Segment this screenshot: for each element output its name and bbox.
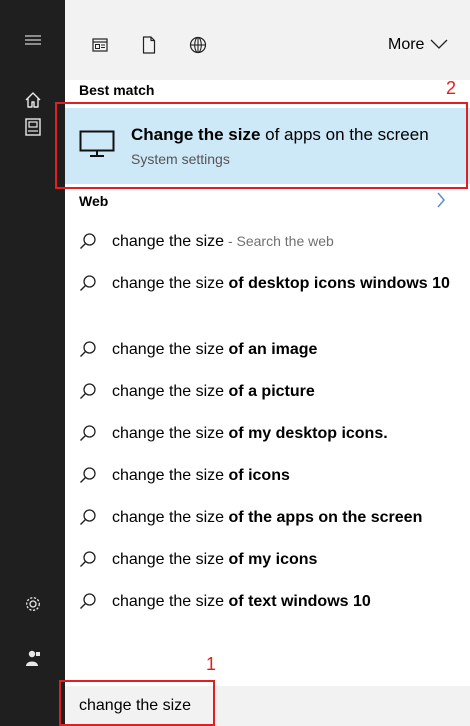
suggestion-completion: of my icons (228, 551, 318, 568)
home-icon[interactable] (0, 88, 65, 112)
search-icon (79, 382, 97, 405)
best-match-title-rest: of apps on the screen (260, 125, 429, 144)
suggestion-item[interactable]: change the size of desktop icons windows… (65, 272, 470, 318)
suggestion-completion: of desktop icons windows 10 (228, 275, 450, 292)
suggestion-query: change the size (112, 593, 229, 610)
suggestion-item[interactable]: change the size of icons (65, 464, 470, 487)
best-match-title: Change the size of apps on the screen (131, 125, 429, 145)
document-icon[interactable] (136, 32, 162, 58)
suggestion-completion: of a picture (228, 383, 315, 400)
suggestion-query: change the size (112, 509, 229, 526)
left-rail (0, 0, 65, 726)
gear-icon[interactable] (0, 592, 65, 616)
monitor-icon (79, 130, 115, 163)
suggestion-query: change the size (112, 275, 229, 292)
search-icon (79, 592, 97, 615)
suggestion-item[interactable]: change the size of my desktop icons. (65, 422, 470, 445)
search-icon (79, 466, 97, 489)
best-match-title-bold: Change the size (131, 125, 261, 144)
web-header: Web (79, 193, 109, 209)
best-match-header: Best match (79, 82, 155, 98)
tablet-icon[interactable] (0, 114, 65, 140)
search-icon (79, 424, 97, 447)
search-icon (79, 508, 97, 531)
suggestion-query: change the size (112, 551, 229, 568)
chevron-down-icon (430, 36, 448, 54)
best-match-subtitle: System settings (131, 151, 230, 167)
search-icon (79, 232, 97, 255)
suggestion-item[interactable]: change the size of an image (65, 338, 470, 361)
suggestion-item[interactable]: change the size of my icons (65, 548, 470, 571)
user-icon[interactable] (0, 646, 65, 670)
annotation-marker-2: 2 (446, 78, 457, 98)
chevron-right-icon[interactable] (436, 192, 446, 213)
search-icon (79, 274, 97, 297)
suggestion-query: change the size (112, 425, 229, 442)
suggestion-completion: of my desktop icons. (228, 425, 388, 442)
suggestion-item[interactable]: change the size of a picture (65, 380, 470, 403)
apps-icon[interactable] (87, 32, 113, 58)
more-filters-button[interactable]: More (388, 32, 448, 58)
suggestion-completion: of icons (228, 467, 290, 484)
suggestion-completion: of an image (228, 341, 318, 358)
suggestion-query: change the size (112, 341, 229, 358)
suggestion-item[interactable]: change the size of the apps on the scree… (65, 506, 470, 529)
search-box (65, 686, 470, 726)
search-input[interactable] (79, 686, 279, 726)
hamburger-icon[interactable] (0, 30, 65, 50)
filter-toolbar: More (65, 0, 470, 80)
search-icon (79, 340, 97, 363)
best-match-result[interactable]: Change the size of apps on the screen Sy… (65, 108, 470, 184)
more-label: More (388, 36, 425, 53)
suggestion-query: change the size (112, 467, 229, 484)
globe-icon[interactable] (185, 32, 211, 58)
suggestion-completion: of the apps on the screen (228, 509, 423, 526)
suggestion-query: change the size (112, 383, 229, 400)
search-icon (79, 550, 97, 573)
suggestion-hint: - Search the web (224, 233, 334, 249)
suggestion-completion: of text windows 10 (228, 593, 371, 610)
suggestion-item[interactable]: change the size of text windows 10 (65, 590, 470, 613)
suggestion-query: change the size (112, 233, 225, 250)
suggestion-item[interactable]: change the size - Search the web (65, 230, 470, 253)
annotation-marker-1: 1 (206, 654, 217, 674)
